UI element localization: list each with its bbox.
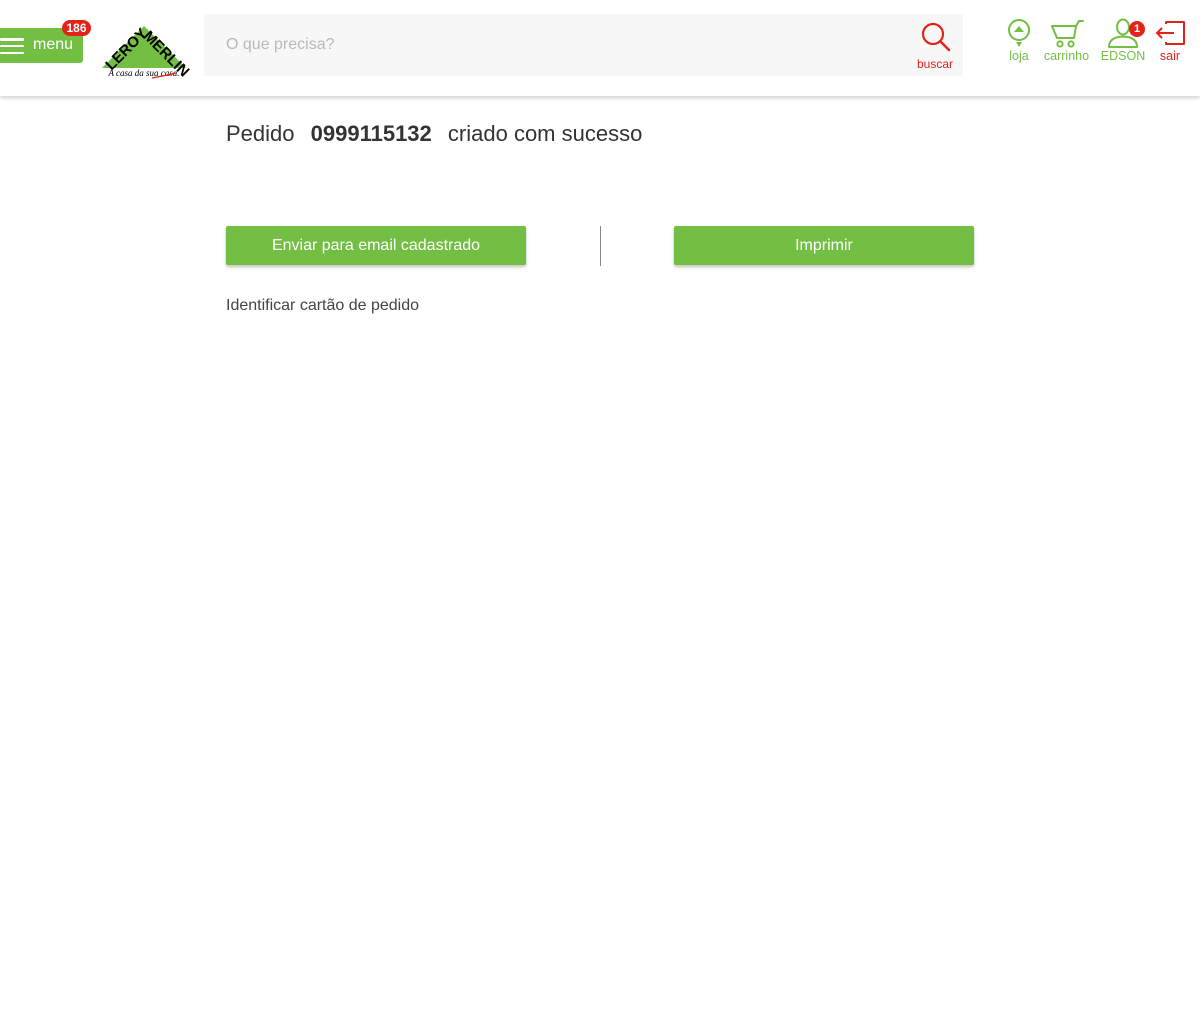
order-number: 0999115132 xyxy=(310,121,432,146)
identify-order-card-link[interactable]: Identificar cartão de pedido xyxy=(226,296,419,316)
magnifier-icon xyxy=(921,22,951,52)
send-email-button[interactable]: Enviar para email cadastrado xyxy=(226,226,526,265)
search-button[interactable]: buscar xyxy=(910,18,960,72)
print-button[interactable]: Imprimir xyxy=(674,226,974,265)
store-pin-icon xyxy=(1008,19,1030,47)
cart-button[interactable]: carrinho xyxy=(1041,18,1092,70)
header: menu 186 LEROY MERLIN A casa da sua casa… xyxy=(0,0,1200,96)
user-notification-badge: 1 xyxy=(1129,21,1145,37)
user-button[interactable]: EDSON 1 xyxy=(1098,18,1148,70)
order-success-title: Pedido 0999115132 criado com sucesso xyxy=(226,120,642,148)
leroy-merlin-logo[interactable]: LEROY MERLIN A casa da sua casa. xyxy=(98,10,192,82)
hamburger-icon xyxy=(0,38,24,55)
store-label: loja xyxy=(1009,49,1029,63)
menu-notification-badge: 186 xyxy=(62,20,91,36)
title-prefix: Pedido xyxy=(226,121,295,146)
title-suffix: criado com sucesso xyxy=(447,121,643,146)
logout-icon xyxy=(1155,21,1185,45)
cart-icon xyxy=(1050,20,1084,48)
logout-label: sair xyxy=(1159,49,1181,63)
search-button-label: buscar xyxy=(916,57,954,71)
svg-text:A casa da sua casa.: A casa da sua casa. xyxy=(107,68,179,78)
search-input[interactable] xyxy=(204,14,894,76)
search-bar: buscar xyxy=(204,14,963,76)
store-button[interactable]: loja xyxy=(1003,18,1035,70)
buttons-divider xyxy=(600,226,601,266)
cart-label: carrinho xyxy=(1043,49,1090,63)
menu-label: menu xyxy=(33,36,74,53)
user-name-label: EDSON xyxy=(1100,49,1146,63)
logout-button[interactable]: sair xyxy=(1153,18,1187,70)
